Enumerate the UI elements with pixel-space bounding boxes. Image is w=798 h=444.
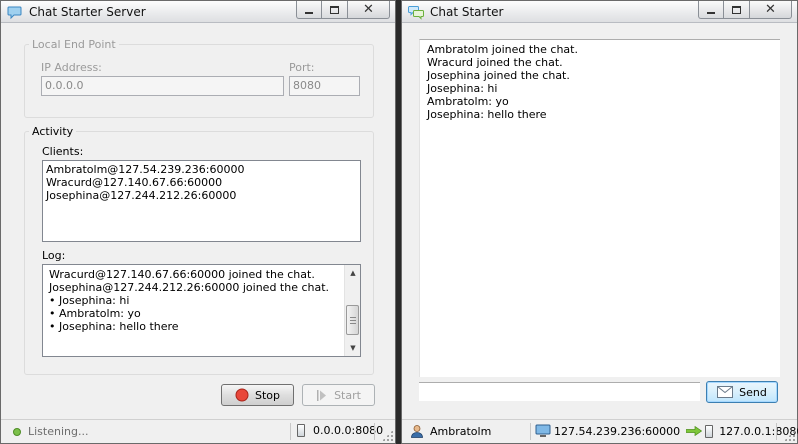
log-list-item[interactable]: • Ambratolm: yo [49,307,357,320]
client-list-item[interactable]: Wracurd@127.140.67.66:60000 [46,176,357,189]
chat-bubbles-icon [408,6,424,20]
connection-status: 127.54.239.236:60000 127.0.0.1:8080 [535,424,798,438]
chat-message[interactable]: Josephina: hi [427,82,773,95]
client-list-item[interactable]: Ambratolm@127.54.239.236:60000 [46,163,357,176]
client-window: Chat Starter ✕ Ambratolm joined the chat… [401,0,798,444]
server-window: Chat Starter Server ✕ Local End Point IP… [0,0,396,444]
maximize-icon [732,5,741,14]
stop-button-label: Stop [254,388,280,402]
username-text: Ambratolm [430,424,492,438]
start-icon [316,389,328,402]
remote-endpoint-text: 127.0.0.1:8080 [719,424,798,438]
chat-message[interactable]: Ambratolm joined the chat. [427,43,773,56]
log-list-item[interactable]: Wracurd@127.140.67.66:60000 joined the c… [49,268,357,281]
chat-message[interactable]: Josephina joined the chat. [427,69,773,82]
minimize-icon [707,11,715,14]
envelope-icon [717,386,734,398]
send-button[interactable]: Send [706,381,778,403]
status-dot-icon [13,427,21,436]
listening-status-text: Listening... [28,425,89,438]
resize-grip-icon[interactable] [382,430,393,441]
user-icon [411,425,423,438]
ip-address-field[interactable]: 0.0.0.0 [41,76,284,96]
client-list-item[interactable]: Josephina@127.244.212.26:60000 [46,189,357,202]
maximize-icon [330,5,339,14]
server-titlebar[interactable]: Chat Starter Server ✕ [1,1,395,23]
clients-label: Clients: [42,145,84,158]
log-list[interactable]: Wracurd@127.140.67.66:60000 joined the c… [42,264,361,357]
server-endpoint-icon [297,424,305,437]
close-icon: ✕ [765,2,776,17]
clients-list[interactable]: Ambratolm@127.54.239.236:60000 Wracurd@12… [42,160,361,242]
remote-endpoint-icon [705,424,714,438]
arrow-right-icon [686,426,703,436]
log-list-item[interactable]: Josephina@127.244.212.26:60000 joined th… [49,281,357,294]
username-status: Ambratolm [410,424,491,438]
client-window-controls: ✕ [698,1,792,19]
maximize-button[interactable] [724,1,750,19]
log-label: Log: [42,249,66,262]
chat-message[interactable]: Wracurd joined the chat. [427,56,773,69]
server-window-title: Chat Starter Server [29,5,146,19]
maximize-button[interactable] [322,1,348,19]
chat-messages-area[interactable]: Ambratolm joined the chat. Wracurd joined… [419,39,780,377]
scroll-up-icon[interactable]: ▲ [345,265,360,281]
server-statusbar: Listening... 0.0.0.0:8080 [1,419,395,443]
start-button[interactable]: Start [302,384,375,406]
listening-status: Listening... [13,425,88,438]
chat-message[interactable]: Ambratolm: yo [427,95,773,108]
client-titlebar[interactable]: Chat Starter ✕ [402,1,797,23]
port-label: Port: [289,61,315,74]
scroll-down-icon[interactable]: ▼ [345,340,360,356]
stop-icon [235,388,249,402]
log-list-item[interactable]: • Josephina: hi [49,294,357,307]
message-input[interactable] [419,382,700,401]
minimize-button[interactable] [698,1,724,19]
local-endpoint-text: 127.54.239.236:60000 [554,424,681,438]
log-list-item[interactable]: • Josephina: hello there [49,320,357,333]
client-statusbar: Ambratolm 127.54.239.236:60000 127.0.0.1… [402,419,798,443]
chat-message[interactable]: Josephina: hello there [427,108,773,121]
minimize-button[interactable] [296,1,322,19]
stop-button[interactable]: Stop [221,384,294,406]
start-button-label: Start [334,388,361,402]
server-endpoint-text: 0.0.0.0:8080 [313,424,384,437]
ip-address-label: IP Address: [41,61,102,74]
local-end-point-legend: Local End Point [32,38,116,51]
close-icon: ✕ [363,2,374,17]
server-window-controls: ✕ [296,1,390,19]
client-window-title: Chat Starter [430,5,504,19]
minimize-icon [305,11,313,14]
activity-legend: Activity [32,125,74,138]
close-button[interactable]: ✕ [348,1,390,19]
log-scrollbar[interactable]: ▲ ▼ [344,265,360,356]
port-field[interactable]: 8080 [289,76,360,96]
chat-server-icon [7,6,22,20]
scroll-thumb[interactable] [346,305,359,335]
computer-icon [535,424,551,437]
server-endpoint-status: 0.0.0.0:8080 [297,424,383,437]
send-button-label: Send [739,385,767,399]
close-button[interactable]: ✕ [750,1,792,19]
